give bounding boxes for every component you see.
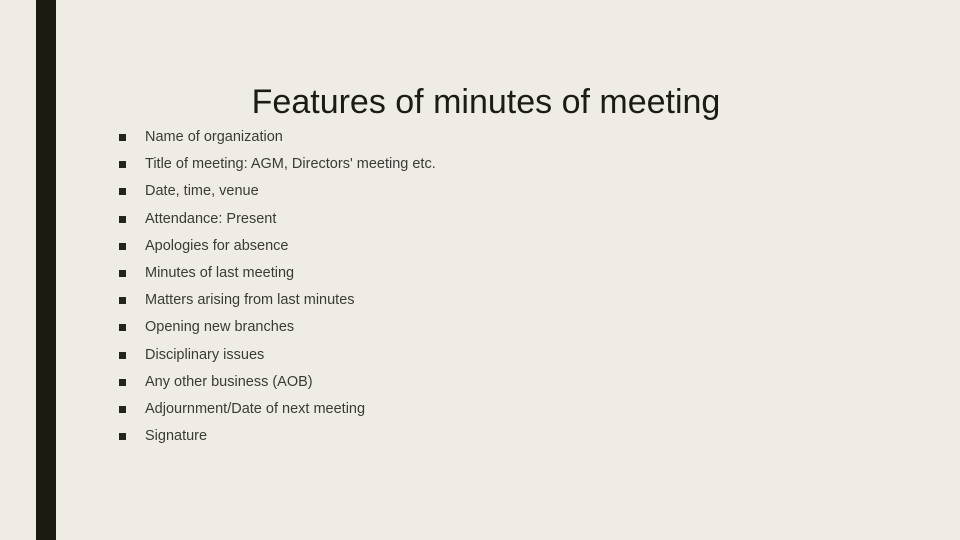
list-item-label: Any other business (AOB) bbox=[145, 373, 313, 390]
square-bullet-icon bbox=[119, 378, 126, 386]
left-accent-bar bbox=[36, 0, 56, 540]
square-bullet-icon bbox=[119, 188, 126, 196]
list-item-label: Disciplinary issues bbox=[145, 346, 265, 363]
list-item: Opening new branches bbox=[119, 314, 879, 341]
list-item-label: Name of organization bbox=[145, 129, 283, 145]
list-item-label: Minutes of last meeting bbox=[145, 264, 295, 281]
square-bullet-icon bbox=[119, 215, 126, 223]
square-bullet-icon bbox=[119, 433, 126, 441]
list-item: Apologies for absence bbox=[119, 233, 879, 260]
list-item-label: Title of meeting: AGM, Directors' meetin… bbox=[145, 156, 436, 173]
list-item: Minutes of last meeting bbox=[119, 260, 879, 287]
list-item: Name of organization bbox=[119, 124, 879, 151]
presentation-slide: Features of minutes of meeting Name of o… bbox=[0, 0, 960, 540]
square-bullet-icon bbox=[119, 324, 126, 332]
list-item: Signature bbox=[119, 423, 879, 450]
square-bullet-icon bbox=[119, 405, 126, 413]
list-item: Adjournment/Date of next meeting bbox=[119, 396, 879, 423]
list-item-label: Date, time, venue bbox=[145, 183, 259, 200]
list-item: Attendance: Present bbox=[119, 206, 879, 233]
square-bullet-icon bbox=[119, 242, 126, 250]
list-item-label: Adjournment/Date of next meeting bbox=[145, 400, 366, 417]
list-item-label: Signature bbox=[145, 428, 208, 445]
page-title: Features of minutes of meeting bbox=[251, 82, 721, 121]
list-item-label: Matters arising from last minutes bbox=[145, 292, 355, 309]
square-bullet-icon bbox=[119, 269, 126, 277]
bullet-list: Name of organization Title of meeting: A… bbox=[119, 124, 879, 450]
list-item-label: Opening new branches bbox=[145, 319, 295, 336]
square-bullet-icon bbox=[119, 161, 126, 169]
list-item: Matters arising from last minutes bbox=[119, 287, 879, 314]
square-bullet-icon bbox=[119, 297, 126, 305]
list-item: Any other business (AOB) bbox=[119, 369, 879, 396]
list-item: Disciplinary issues bbox=[119, 342, 879, 369]
square-bullet-icon bbox=[119, 134, 126, 141]
square-bullet-icon bbox=[119, 351, 126, 359]
list-item-label: Apologies for absence bbox=[145, 237, 289, 254]
list-item-label: Attendance: Present bbox=[145, 210, 277, 227]
list-item: Title of meeting: AGM, Directors' meetin… bbox=[119, 151, 879, 178]
list-item: Date, time, venue bbox=[119, 178, 879, 205]
